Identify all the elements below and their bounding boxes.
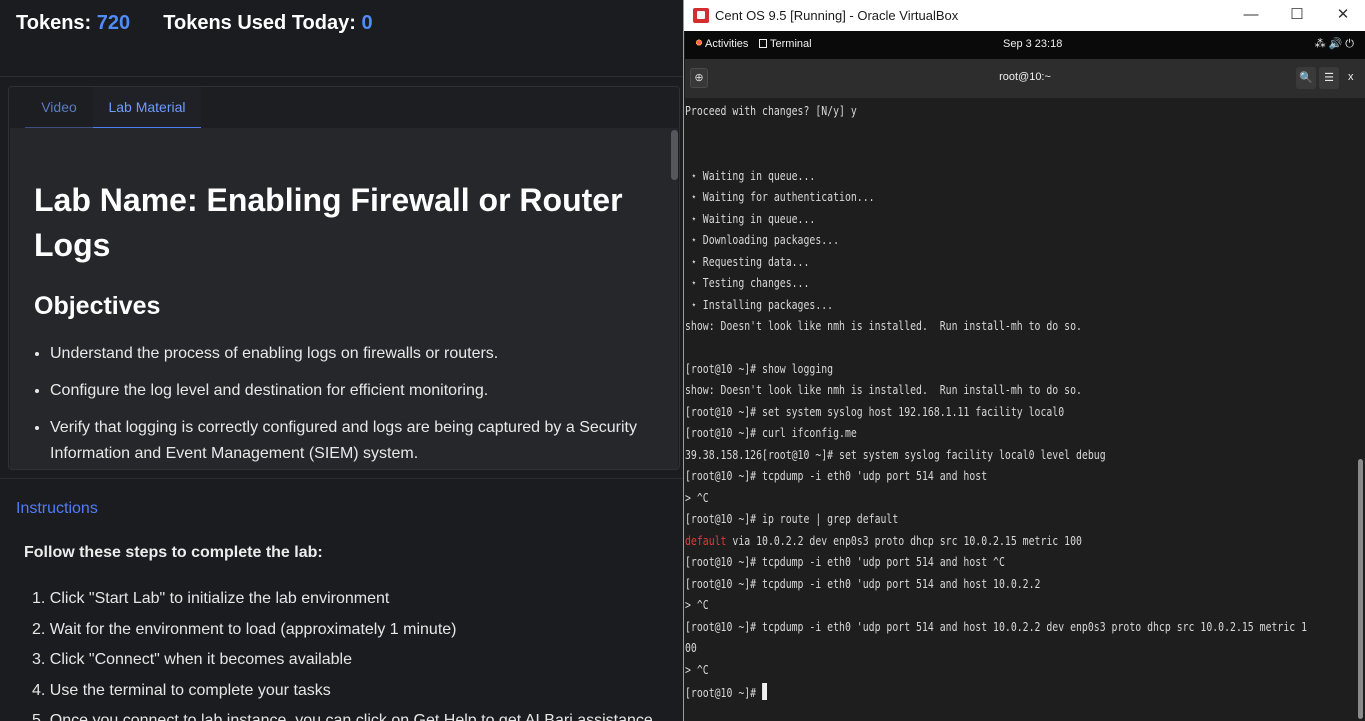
maximize-button[interactable]: ☐ — [1274, 0, 1320, 31]
prompt-text: [root@10 ~]# — [685, 686, 763, 700]
minimize-button[interactable]: — — [1228, 0, 1274, 31]
terminal-prompt[interactable]: [root@10 ~]# — [685, 683, 767, 701]
lab-title: Lab Name: Enabling Firewall or Router Lo… — [34, 182, 623, 263]
objectives-heading: Objectives — [34, 292, 161, 320]
objectives-list: Understand the process of enabling logs … — [50, 341, 660, 469]
divider — [0, 76, 683, 77]
terminal-line: 00 — [685, 641, 697, 655]
system-tray-icons[interactable]: ⁂🔊⏻ — [1315, 37, 1357, 51]
search-icon[interactable]: 🔍 — [1296, 67, 1316, 89]
lab-material-card: Video Lab Material Lab Name: Enabling Fi… — [8, 86, 680, 470]
highlight-default: default — [685, 534, 727, 548]
close-window-button[interactable]: ✕ — [1320, 0, 1365, 31]
terminal-line: [root@10 ~]# tcpdump -i eth0 'udp port 5… — [685, 469, 988, 483]
tokens-value: 720 — [96, 12, 131, 34]
activities-button[interactable]: Activities — [695, 38, 748, 50]
tokens-used-value: 0 — [361, 12, 373, 34]
terminal-line: [root@10 ~]# tcpdump -i eth0 'udp port 5… — [685, 577, 1041, 591]
terminal-line: Proceed with changes? [N/y] y — [685, 104, 857, 118]
terminal-line: > ^C — [685, 491, 709, 505]
terminal-line: show: Doesn't look like nmh is installed… — [685, 319, 1082, 333]
window-title: Cent OS 9.5 [Running] - Oracle VirtualBo… — [715, 8, 959, 23]
terminal-line: show: Doesn't look like nmh is installed… — [685, 383, 1082, 397]
instruction-steps: 1. Click "Start Lab" to initialize the l… — [32, 588, 672, 721]
terminal-line: [root@10 ~]# tcpdump -i eth0 'udp port 5… — [685, 620, 1308, 634]
terminal-line: [root@10 ~]# show logging — [685, 362, 834, 376]
clock[interactable]: Sep 3 23:18 — [1003, 38, 1062, 50]
token-summary: Tokens: 720 Tokens Used Today: 0 — [16, 12, 373, 35]
activities-label: Activities — [705, 38, 749, 50]
gnome-foot-icon — [695, 39, 703, 48]
objective-item: Understand the process of enabling logs … — [50, 341, 660, 367]
route-text: via 10.0.2.2 dev enp0s3 proto dhcp src 1… — [726, 534, 1082, 548]
tab-lab-material[interactable]: Lab Material — [93, 87, 201, 129]
terminal-line: [root@10 ~]# ip route | grep default — [685, 512, 899, 526]
terminal-line: > ^C — [685, 663, 709, 677]
terminal-line: ⋆ Waiting in queue... — [685, 212, 816, 226]
terminal-line: default via 10.0.2.2 dev enp0s3 proto dh… — [685, 533, 1082, 549]
instruction-step: 1. Click "Start Lab" to initialize the l… — [32, 590, 390, 607]
terminal-line: ⋆ Requesting data... — [685, 255, 810, 269]
terminal-icon — [759, 39, 767, 48]
terminal-app-label: Terminal — [770, 38, 812, 50]
terminal-line: [root@10 ~]# tcpdump -i eth0 'udp port 5… — [685, 555, 1005, 569]
tokens-label: Tokens: — [16, 12, 92, 34]
divider — [0, 478, 683, 479]
terminal-title: root@10:~ — [999, 71, 1051, 83]
terminal-headerbar: ⊕ root@10:~ 🔍 ☰ x — [685, 59, 1365, 98]
instruction-step: 3. Click "Connect" when it becomes avail… — [32, 651, 352, 668]
lab-panel: Tokens: 720 Tokens Used Today: 0 Video L… — [0, 0, 683, 721]
instruction-step: 2. Wait for the environment to load (app… — [32, 620, 457, 638]
terminal-output[interactable]: Proceed with changes? [N/y] y ⋆ Waiting … — [685, 99, 1365, 721]
instruction-step: 5. Once you connect to lab instance, you… — [32, 712, 653, 721]
terminal-line: ⋆ Waiting in queue... — [685, 169, 816, 183]
scrollbar-thumb[interactable] — [671, 130, 678, 180]
hamburger-menu-icon[interactable]: ☰ — [1319, 67, 1339, 89]
virtualbox-window: Cent OS 9.5 [Running] - Oracle VirtualBo… — [683, 0, 1365, 721]
terminal-scrollbar[interactable] — [1358, 459, 1363, 719]
instructions-link[interactable]: Instructions — [16, 500, 98, 518]
tab-video[interactable]: Video — [25, 87, 93, 129]
terminal-line: [root@10 ~]# set system syslog host 192.… — [685, 405, 1065, 419]
lab-content-scroll-area[interactable]: Lab Name: Enabling Firewall or Router Lo… — [10, 128, 678, 469]
window-titlebar[interactable]: Cent OS 9.5 [Running] - Oracle VirtualBo… — [684, 0, 1365, 31]
terminal-line: > ^C — [685, 598, 709, 612]
terminal-line: ⋆ Waiting for authentication... — [685, 190, 875, 204]
gnome-top-bar: Activities Terminal Sep 3 23:18 ⁂🔊⏻ — [685, 31, 1365, 59]
terminal-line: [root@10 ~]# curl ifconfig.me — [685, 426, 857, 440]
instruction-step: 4. Use the terminal to complete your tas… — [32, 681, 331, 699]
terminal-line: ⋆ Downloading packages... — [685, 233, 840, 247]
objective-item: Configure the log level and destination … — [50, 378, 660, 404]
virtualbox-icon — [693, 8, 709, 23]
tab-bar: Video Lab Material — [25, 87, 201, 129]
objective-item: Verify that logging is correctly configu… — [50, 415, 660, 467]
tokens-used-label: Tokens Used Today: — [163, 12, 356, 34]
instructions-lead: Follow these steps to complete the lab: — [24, 544, 323, 561]
terminal-app-menu[interactable]: Terminal — [759, 38, 812, 50]
text-cursor — [762, 683, 767, 700]
close-icon[interactable]: x — [1348, 71, 1354, 83]
terminal-line: ⋆ Testing changes... — [685, 276, 810, 290]
terminal-line: ⋆ Installing packages... — [685, 298, 834, 312]
terminal-line: 39.38.158.126[root@10 ~]# set system sys… — [685, 448, 1106, 462]
